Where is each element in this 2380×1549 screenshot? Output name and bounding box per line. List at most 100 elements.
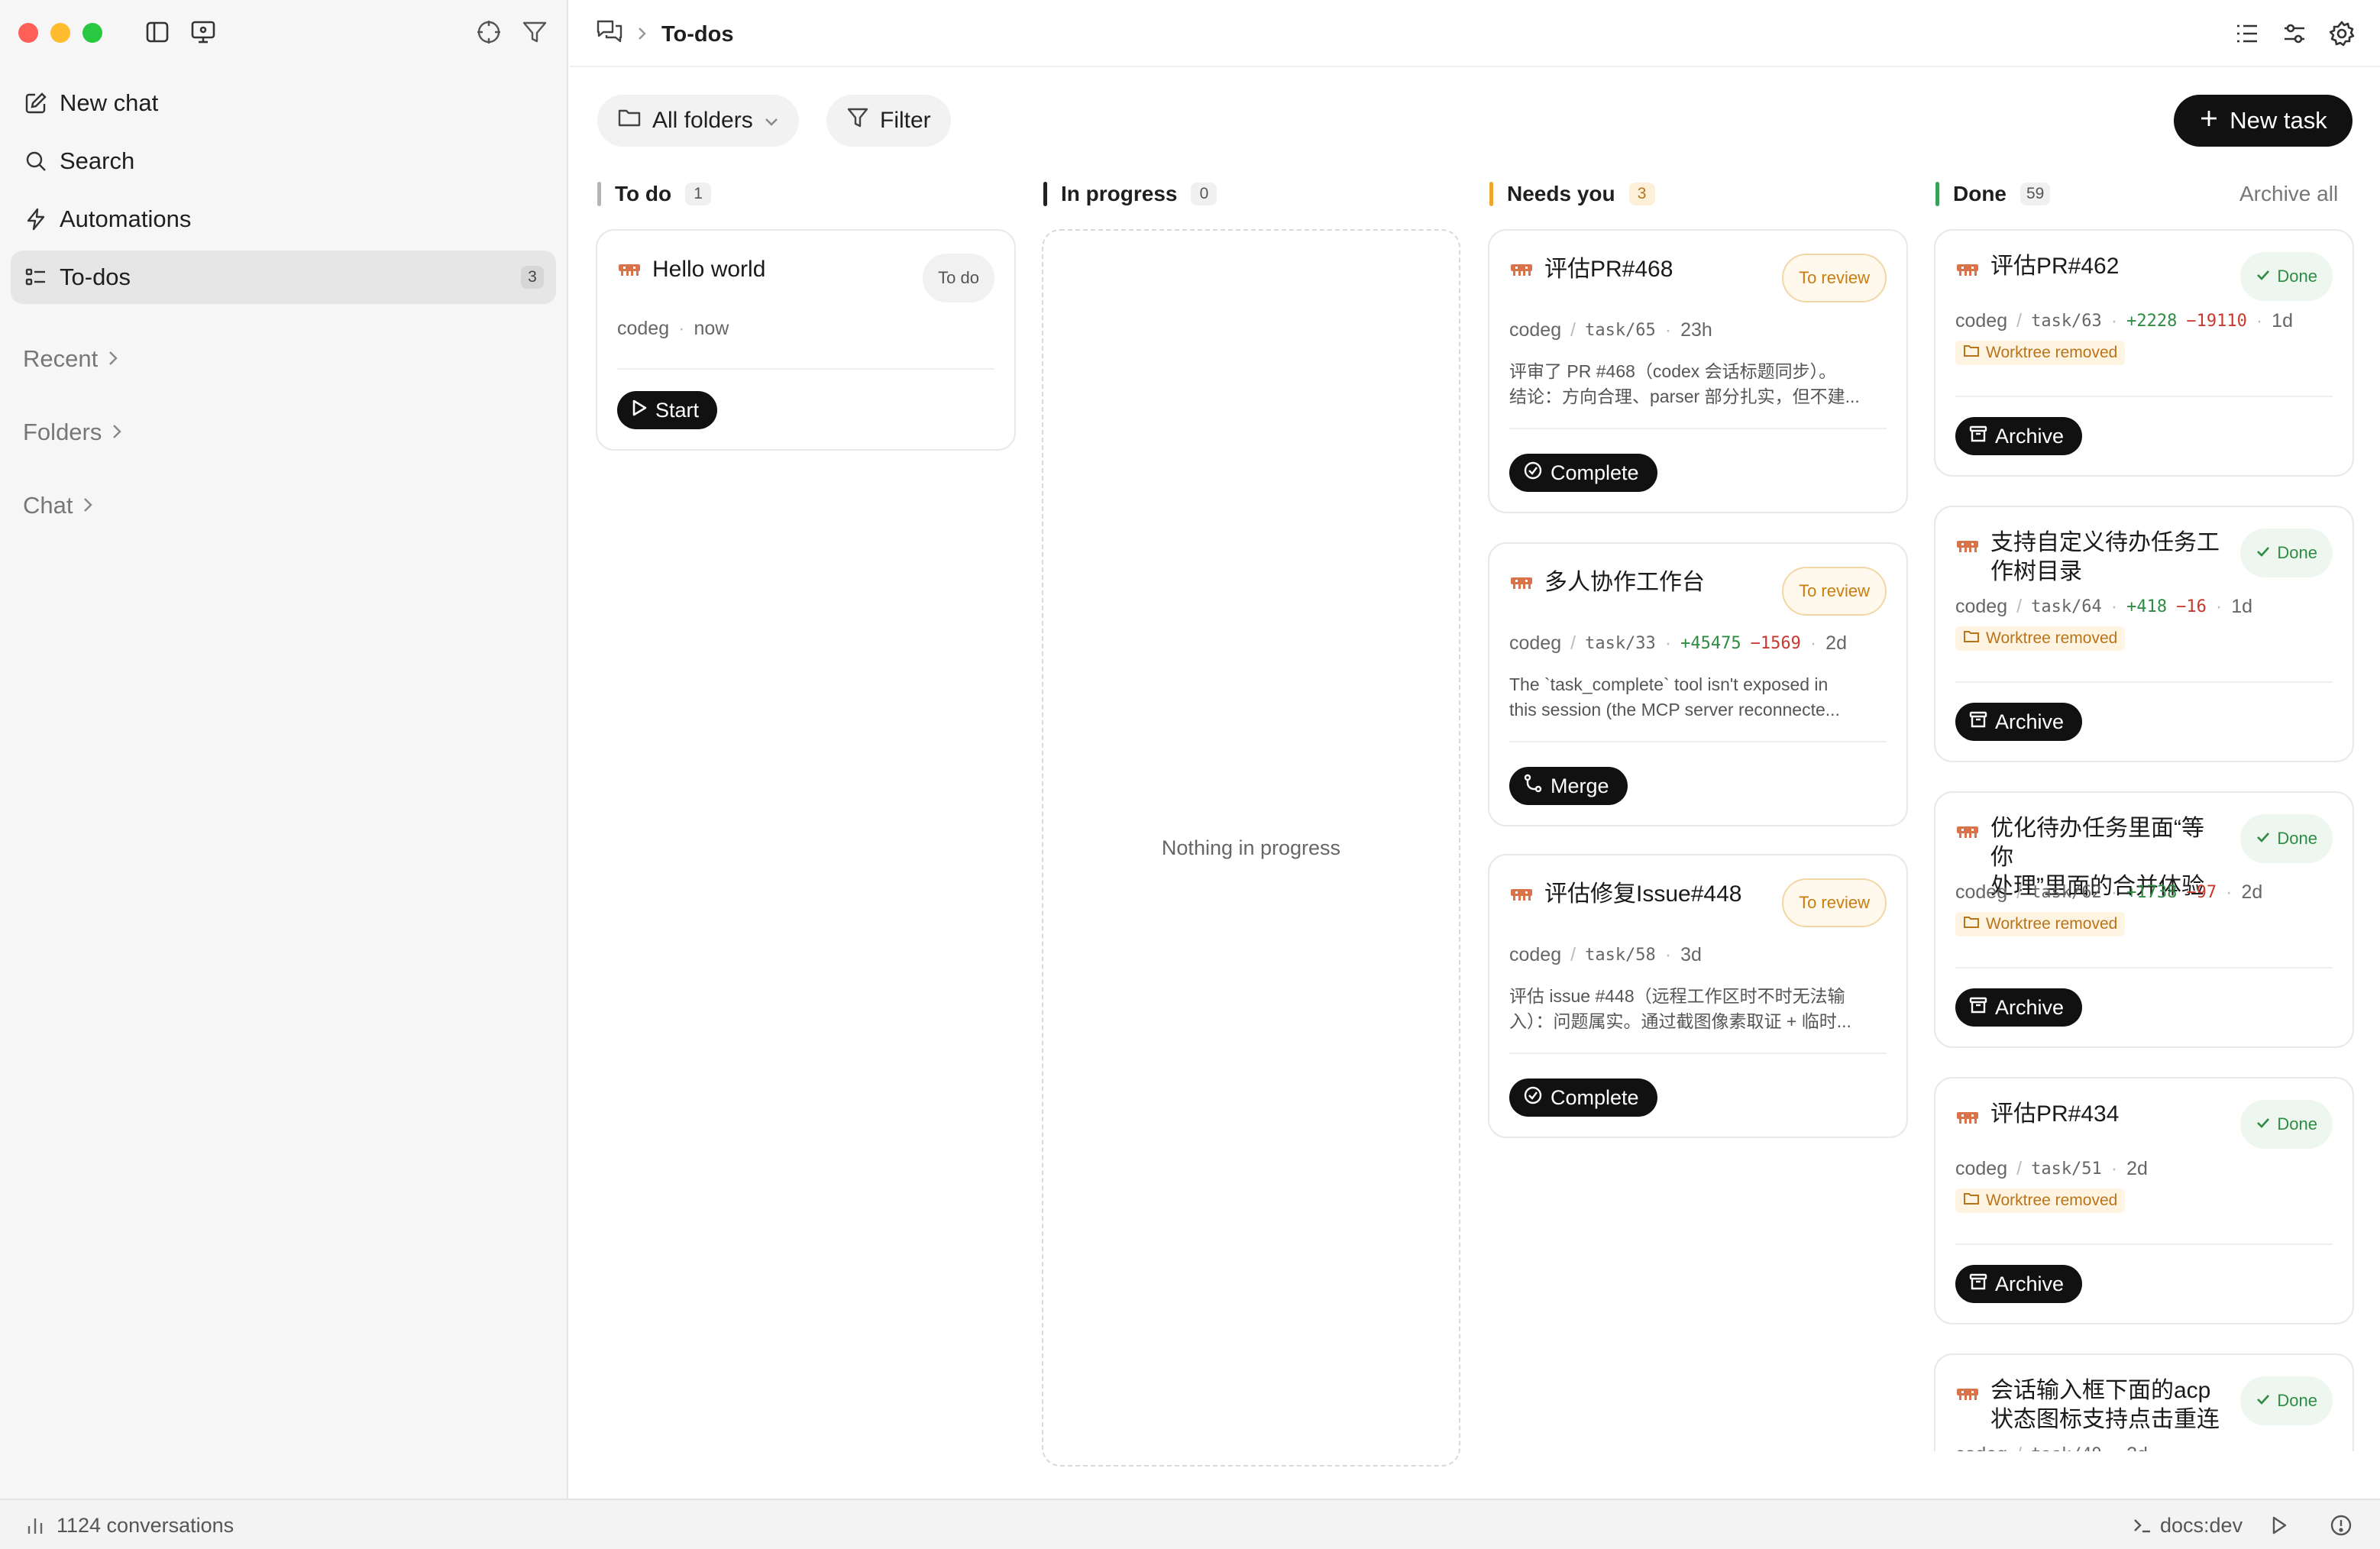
maximize-window-button[interactable] (82, 23, 102, 43)
task-description-line: 入）：问题属实。通过截图像素取证 + 临时... (1509, 1011, 1851, 1031)
done-task-card[interactable]: 评估PR#434 Done codeg / task/51 · 2d Worktree rem… (1934, 1077, 2354, 1324)
meta-separator: / (2016, 310, 2023, 331)
task-meta: codeg / task/62 · +1738 −97 · 2d (1955, 881, 2262, 904)
done-task-card[interactable]: 评估PR#462 Done codeg / task/63 · +2228 −19110 · 1d… (1934, 229, 2354, 477)
task-time: now (694, 318, 729, 339)
meta-separator: · (2256, 310, 2263, 331)
sliders-icon[interactable] (2279, 18, 2310, 49)
section-recent[interactable]: Recent (23, 345, 119, 373)
meta-separator: · (1664, 632, 1672, 654)
complete-button[interactable]: Complete (1509, 454, 1657, 492)
sidebar-item-label: Search (60, 147, 135, 174)
action-label: Complete (1551, 461, 1639, 484)
task-title: 评估修复Issue#448 (1544, 881, 1742, 907)
filter-icon[interactable] (519, 17, 550, 47)
filter-label: Filter (880, 108, 931, 133)
meta-separator: · (2215, 596, 2223, 617)
column-header-in-progress: In progress 0 (1043, 180, 1217, 208)
lines-removed: −1569 (1750, 634, 1801, 653)
status-label: Done (2277, 829, 2317, 848)
status-badge: Done (2240, 814, 2333, 863)
agent-logo-icon (1957, 1389, 1978, 1400)
todo-count-badge: 3 (521, 266, 544, 289)
settings-gear-icon[interactable] (2327, 18, 2357, 49)
run-play-icon[interactable] (2270, 1515, 2288, 1541)
task-card[interactable]: 评估PR#468 To review codeg / task/65 · 23h… (1488, 229, 1908, 513)
done-task-card[interactable]: 优化待办任务里面“等你 处理”里面的合并体验 Done codeg / task/62 · +… (1934, 791, 2354, 1048)
task-card[interactable]: Hello world To do codeg · now Start (596, 229, 1016, 451)
done-task-card[interactable]: 会话输入框下面的acp 状态图标支持点击重连 Done codeg / task/49 · 2… (1934, 1353, 2354, 1451)
column-title: In progress (1061, 182, 1178, 205)
action-label: Merge (1551, 774, 1609, 797)
column-color-bar (1489, 182, 1493, 206)
meta-separator: · (2111, 1444, 2117, 1451)
filter-button[interactable]: Filter (826, 95, 951, 147)
archive-all-link[interactable]: Archive all (2239, 182, 2338, 206)
merge-button[interactable]: Merge (1509, 767, 1628, 805)
checklist-icon (23, 264, 49, 290)
agent-logo-icon (1511, 577, 1532, 589)
list-view-icon[interactable] (2232, 18, 2262, 49)
meta-separator: · (2110, 1158, 2118, 1179)
sidebar-item-label: Automations (60, 205, 192, 232)
action-label: Start (655, 398, 700, 422)
task-card[interactable]: 评估修复Issue#448 To review codeg / task/58 … (1488, 854, 1908, 1138)
folders-dropdown[interactable]: All folders (597, 95, 799, 147)
column-count: 0 (1191, 183, 1217, 205)
divider (1509, 741, 1887, 742)
breadcrumb: To-dos (596, 18, 734, 50)
sidebar-item-automations[interactable]: Automations (11, 192, 556, 246)
archive-button[interactable]: Archive (1955, 988, 2083, 1027)
start-button[interactable]: Start (617, 391, 718, 429)
sidebar-item-label: New chat (60, 89, 159, 116)
info-circle-icon[interactable] (2330, 1514, 2353, 1542)
monitor-icon[interactable] (188, 17, 218, 47)
done-task-card[interactable]: 支持自定义待办任务工 作树目录 Done codeg / task/64 · +418 −16 ·… (1934, 506, 2354, 762)
divider (1955, 967, 2333, 969)
new-task-button[interactable]: New task (2174, 95, 2353, 147)
worktree-label: Worktree removed (1986, 915, 2118, 933)
task-time: 1d (2231, 596, 2252, 617)
status-badge: Done (2240, 1376, 2333, 1425)
section-folders[interactable]: Folders (23, 419, 123, 446)
archive-button[interactable]: Archive (1955, 703, 2083, 741)
task-card[interactable]: 多人协作工作台 To review codeg / task/33 · +454… (1488, 542, 1908, 826)
task-time: 2d (1825, 632, 1847, 654)
agent-logo-icon (1511, 889, 1532, 901)
task-title: 多人协作工作台 (1544, 570, 1705, 595)
divider (1955, 1243, 2333, 1245)
column-header-todo: To do 1 (597, 180, 712, 208)
archive-button[interactable]: Archive (1955, 1265, 2083, 1303)
close-window-button[interactable] (18, 23, 38, 43)
chevron-down-icon (764, 108, 779, 134)
project-name: codeg (1509, 632, 1562, 654)
worktree-removed-badge: Worktree removed (1955, 1188, 2126, 1213)
project-name: codeg (1955, 310, 2008, 331)
task-description-line: 评审了 PR #468（codex 会话标题同步）。 (1509, 361, 1837, 381)
folder-icon (1963, 344, 1980, 362)
sidebar-item-to-dos[interactable]: To-dos 3 (11, 251, 556, 304)
task-meta: codeg / task/65 · 23h (1509, 319, 1712, 341)
meta-separator: · (2110, 310, 2118, 331)
filter-icon (846, 106, 869, 135)
dev-script-label[interactable]: docs:dev (2160, 1514, 2243, 1538)
complete-button[interactable]: Complete (1509, 1078, 1657, 1117)
section-label: Chat (23, 492, 73, 519)
task-title: Hello world (652, 257, 766, 282)
section-chat[interactable]: Chat (23, 492, 94, 519)
task-time: 1d (2272, 310, 2293, 331)
done-column-scroll[interactable]: 评估PR#462 Done codeg / task/63 · +2228 −19110 · 1d… (1932, 222, 2360, 1451)
toggle-sidebar-icon[interactable] (142, 17, 173, 47)
action-label: Archive (1995, 1272, 2065, 1295)
search-icon (23, 148, 49, 174)
minimize-window-button[interactable] (50, 23, 70, 43)
folder-icon (1963, 915, 1980, 933)
sidebar-item-new-chat[interactable]: New chat (11, 76, 556, 130)
task-meta: codeg · now (617, 318, 729, 340)
action-label: Complete (1551, 1085, 1639, 1109)
chats-icon[interactable] (596, 18, 623, 50)
section-label: Recent (23, 345, 99, 372)
crosshair-icon[interactable] (474, 17, 504, 47)
sidebar-item-search[interactable]: Search (11, 134, 556, 188)
archive-button[interactable]: Archive (1955, 417, 2083, 455)
